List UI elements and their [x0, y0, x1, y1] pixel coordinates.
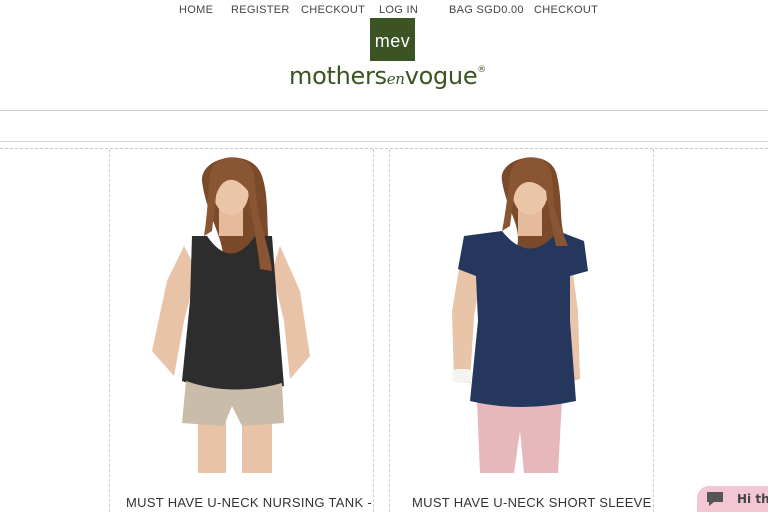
product-image[interactable]	[112, 151, 372, 473]
nav-checkout-link[interactable]: CHECKOUT	[301, 4, 365, 16]
logo-word-mothers: mothers	[289, 62, 387, 90]
product-tile[interactable]: MUST HAVE U-NECK NURSING TANK -	[110, 149, 373, 512]
logo-word-vogue: vogue	[404, 62, 478, 90]
product-image[interactable]	[392, 151, 652, 473]
chat-bubble-icon	[707, 492, 723, 506]
grid-divider	[373, 149, 374, 512]
nav-register-link[interactable]: REGISTER	[231, 4, 290, 16]
product-title[interactable]: MUST HAVE U-NECK SHORT SLEEVE	[412, 495, 652, 510]
header-divider	[0, 110, 768, 111]
product-tile[interactable]: MUST HAVE U-NECK SHORT SLEEVE	[390, 149, 653, 512]
logo-word-en: en	[386, 70, 405, 88]
top-nav: HOME REGISTER CHECKOUT LOG IN BAG SGD0.0…	[0, 0, 768, 20]
logo-wordmark[interactable]: mothersenvogue®	[289, 62, 486, 90]
nav-home-link[interactable]: HOME	[179, 4, 213, 16]
grid-divider	[653, 149, 654, 512]
chat-widget[interactable]: Hi th	[697, 486, 768, 512]
logo-mark[interactable]: mev	[370, 18, 415, 61]
nav-login-link[interactable]: LOG IN	[379, 4, 418, 16]
product-title[interactable]: MUST HAVE U-NECK NURSING TANK -	[126, 495, 372, 510]
nav-checkout-link-2[interactable]: CHECKOUT	[534, 4, 598, 16]
nav-bag-link[interactable]: BAG SGD0.00	[449, 4, 524, 16]
subnav-divider	[0, 141, 768, 142]
registered-mark: ®	[477, 65, 486, 75]
chat-greeting: Hi th	[737, 492, 768, 506]
